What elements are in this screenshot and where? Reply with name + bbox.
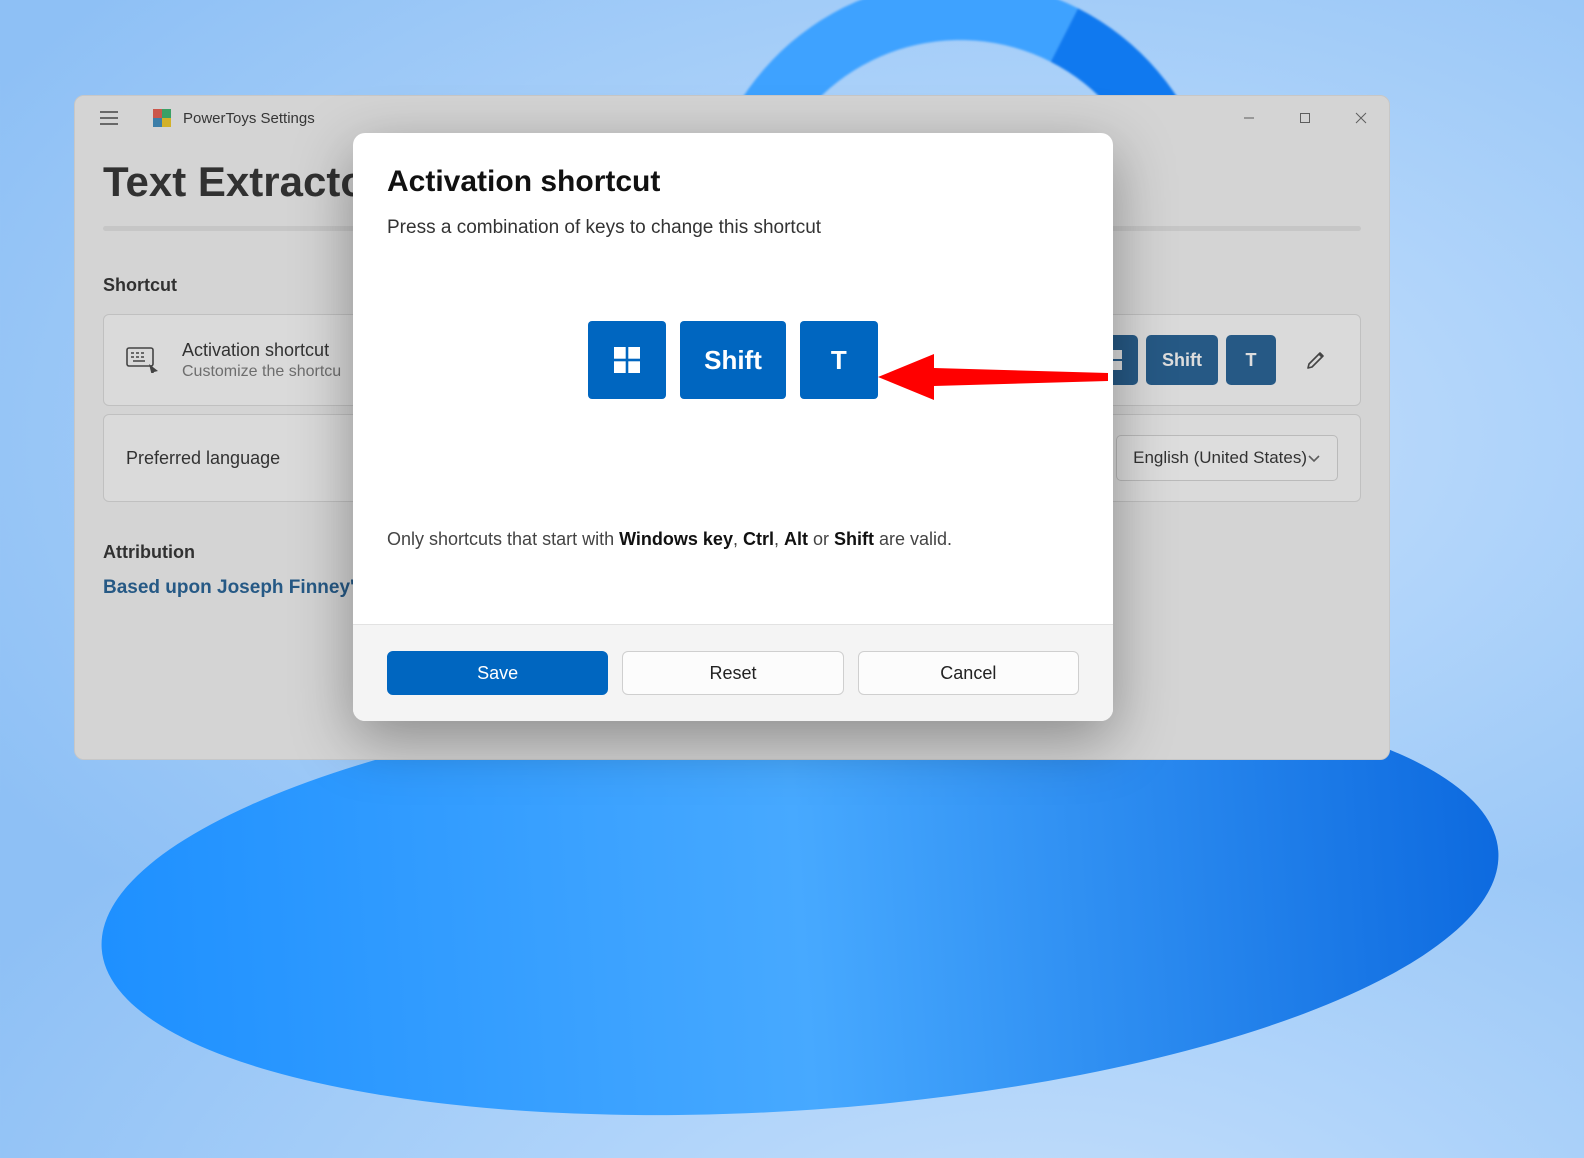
hint-key: Alt	[784, 529, 808, 549]
cancel-button[interactable]: Cancel	[858, 651, 1079, 695]
windows-icon	[614, 347, 640, 373]
save-button[interactable]: Save	[387, 651, 608, 695]
key-t: T	[800, 321, 878, 399]
hint-text: ,	[774, 529, 784, 549]
hint-text: ,	[733, 529, 743, 549]
hint-key: Ctrl	[743, 529, 774, 549]
dialog-title: Activation shortcut	[387, 165, 1079, 199]
key-windows	[588, 321, 666, 399]
shortcut-keys-row[interactable]: Shift T	[387, 321, 1079, 399]
hint-key: Shift	[834, 529, 874, 549]
reset-button[interactable]: Reset	[622, 651, 843, 695]
hint-text: or	[808, 529, 834, 549]
hint-text: are valid.	[874, 529, 952, 549]
key-shift: Shift	[680, 321, 786, 399]
dialog-footer: Save Reset Cancel	[353, 624, 1113, 721]
activation-shortcut-dialog: Activation shortcut Press a combination …	[353, 133, 1113, 721]
hint-key: Windows key	[619, 529, 733, 549]
dialog-hint: Only shortcuts that start with Windows k…	[387, 529, 1079, 550]
hint-text: Only shortcuts that start with	[387, 529, 619, 549]
dialog-subtitle: Press a combination of keys to change th…	[387, 217, 1079, 239]
